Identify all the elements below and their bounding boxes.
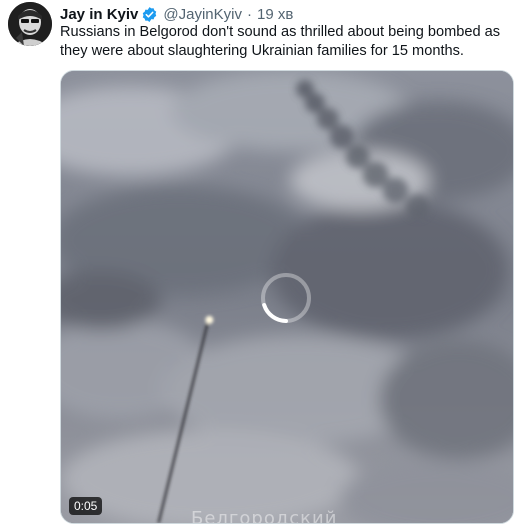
tweet-header: Jay in Kyiv @JayinKyiv · 19 хв <box>60 4 293 24</box>
avatar[interactable] <box>8 2 52 46</box>
tweet-text: Russians in Belgorod don't sound as thri… <box>60 24 501 59</box>
video-duration-badge: 0:05 <box>69 497 103 515</box>
tweet[interactable]: Jay in Kyiv @JayinKyiv · 19 хв Russians … <box>0 0 519 530</box>
separator-dot: · <box>246 5 252 23</box>
loading-spinner-icon <box>260 272 312 324</box>
handle[interactable]: @JayinKyiv <box>163 6 242 23</box>
avatar-image <box>8 2 52 46</box>
display-name[interactable]: Jay in Kyiv <box>60 6 138 23</box>
video-player[interactable]: Белгородский 0:05 <box>60 70 514 524</box>
video-watermark: Белгородский <box>191 508 338 524</box>
timestamp[interactable]: 19 хв <box>257 6 293 23</box>
verified-badge-icon <box>141 6 158 23</box>
